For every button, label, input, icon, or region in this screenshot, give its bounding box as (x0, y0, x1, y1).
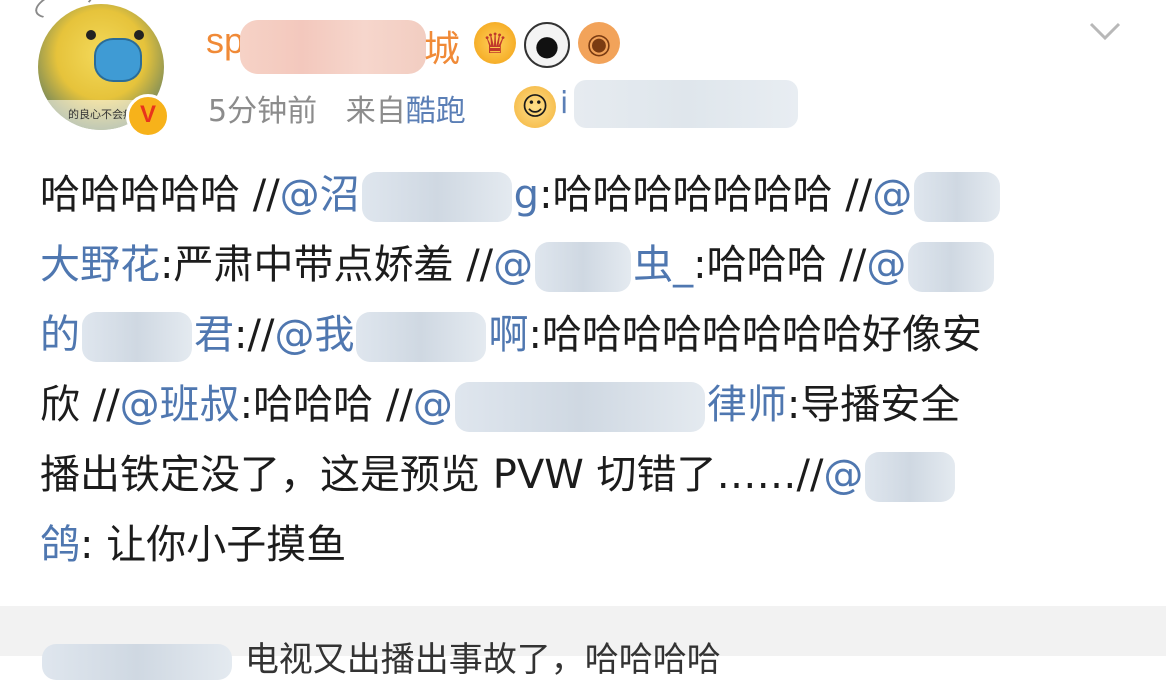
mention-link[interactable]: 虫_ (633, 242, 693, 288)
body-text: :哈哈哈 // (239, 382, 413, 428)
body-text: 欣 // (40, 382, 120, 428)
mention-link[interactable]: @ (872, 172, 912, 218)
body-line: 的 君://@我 啊:哈哈哈哈哈哈哈哈好像安 (40, 300, 1130, 370)
mention-link[interactable]: 大野花 (40, 242, 160, 288)
mention-link[interactable]: @我 (274, 312, 354, 358)
post-time: 5分钟前 (208, 94, 318, 129)
username-prefix[interactable]: sp (206, 20, 244, 62)
repost-content: 电视又出播出事故了，哈哈哈哈 (244, 640, 721, 680)
mention-link[interactable]: 律师 (707, 382, 787, 428)
verified-badge: V (126, 94, 170, 138)
body-line: 哈哈哈哈哈 //@沼 g:哈哈哈哈哈哈哈 //@ (40, 160, 1130, 230)
repost-preview[interactable]: 电视又出播出事故了，哈哈哈哈 (0, 606, 1166, 680)
mention-link[interactable]: @ (413, 382, 453, 428)
mention-redacted (82, 312, 192, 362)
mention-redacted (356, 312, 487, 362)
mention-link[interactable]: @ (280, 172, 320, 218)
mention-link[interactable]: 君 (194, 312, 234, 358)
body-text: :哈哈哈哈哈哈哈哈好像安 (528, 312, 982, 358)
mention-link[interactable]: 啊 (488, 312, 528, 358)
user-badges: ♛ ● ◉ (474, 22, 620, 68)
body-text: : 让你小子摸鱼 (80, 522, 347, 568)
mention-link[interactable]: 沼 (320, 172, 360, 218)
post-header: 的良心不会痛 V sp 城 ♛ ● ◉ 5分钟前 来自酷跑 ☺ i (0, 0, 1166, 150)
avatar-eye (86, 30, 96, 40)
mention-redacted (865, 452, 956, 502)
mention-redacted (914, 172, 1001, 222)
avatar-eye (134, 30, 144, 40)
body-line: 鸽: 让你小子摸鱼 (40, 510, 1130, 580)
source-redacted (574, 80, 798, 128)
body-text: 哈哈哈哈哈 // (40, 172, 280, 218)
source-tail[interactable]: i (560, 86, 568, 121)
username-redacted (240, 20, 426, 74)
post-meta: 5分钟前 来自酷跑 (208, 86, 466, 130)
crown-icon: ♛ (474, 22, 516, 64)
source-prefix: 来自 (345, 94, 406, 129)
panda-icon: ● (524, 22, 570, 68)
repost-user-redacted (42, 643, 232, 680)
body-text: :// (234, 312, 275, 358)
mention-redacted (908, 242, 995, 292)
body-text: :导播安全 (786, 382, 961, 428)
mention-link[interactable]: g (514, 172, 539, 218)
mention-redacted (361, 172, 512, 222)
mention-link[interactable]: 的 (40, 312, 80, 358)
girl-emoji-icon: ☺ (514, 86, 556, 128)
source-app-link[interactable]: 酷跑 (406, 94, 466, 129)
body-text: 播出铁定没了，这是预览 PVW 切错了……// (40, 452, 824, 498)
mention-link[interactable]: 鸽 (40, 522, 80, 568)
body-text: :哈哈哈哈哈哈哈 // (539, 172, 873, 218)
body-text: :严肃中带点娇羞 // (160, 242, 494, 288)
mention-link[interactable]: @ (866, 242, 906, 288)
mention-link[interactable]: @ (823, 452, 863, 498)
mention-link[interactable]: @班叔 (120, 382, 240, 428)
mention-redacted (454, 382, 705, 432)
fish-icon: ◉ (578, 22, 620, 64)
mention-redacted (535, 242, 632, 292)
body-line: 大野花:严肃中带点娇羞 //@ 虫_:哈哈哈 //@ (40, 230, 1130, 300)
username-suffix[interactable]: 城 (424, 20, 460, 72)
body-text: :哈哈哈 // (693, 242, 867, 288)
avatar-mask (94, 38, 142, 82)
repost-text: 电视又出播出事故了，哈哈哈哈 (40, 632, 721, 681)
post-body: 哈哈哈哈哈 //@沼 g:哈哈哈哈哈哈哈 //@ 大野花:严肃中带点娇羞 //@ 虫… (40, 160, 1130, 580)
body-line: 欣 //@班叔:哈哈哈 //@ 律师:导播安全 (40, 370, 1130, 440)
mention-link[interactable]: @ (493, 242, 533, 288)
body-line: 播出铁定没了，这是预览 PVW 切错了……//@ (40, 440, 1130, 510)
chevron-down-icon[interactable] (1088, 14, 1122, 48)
